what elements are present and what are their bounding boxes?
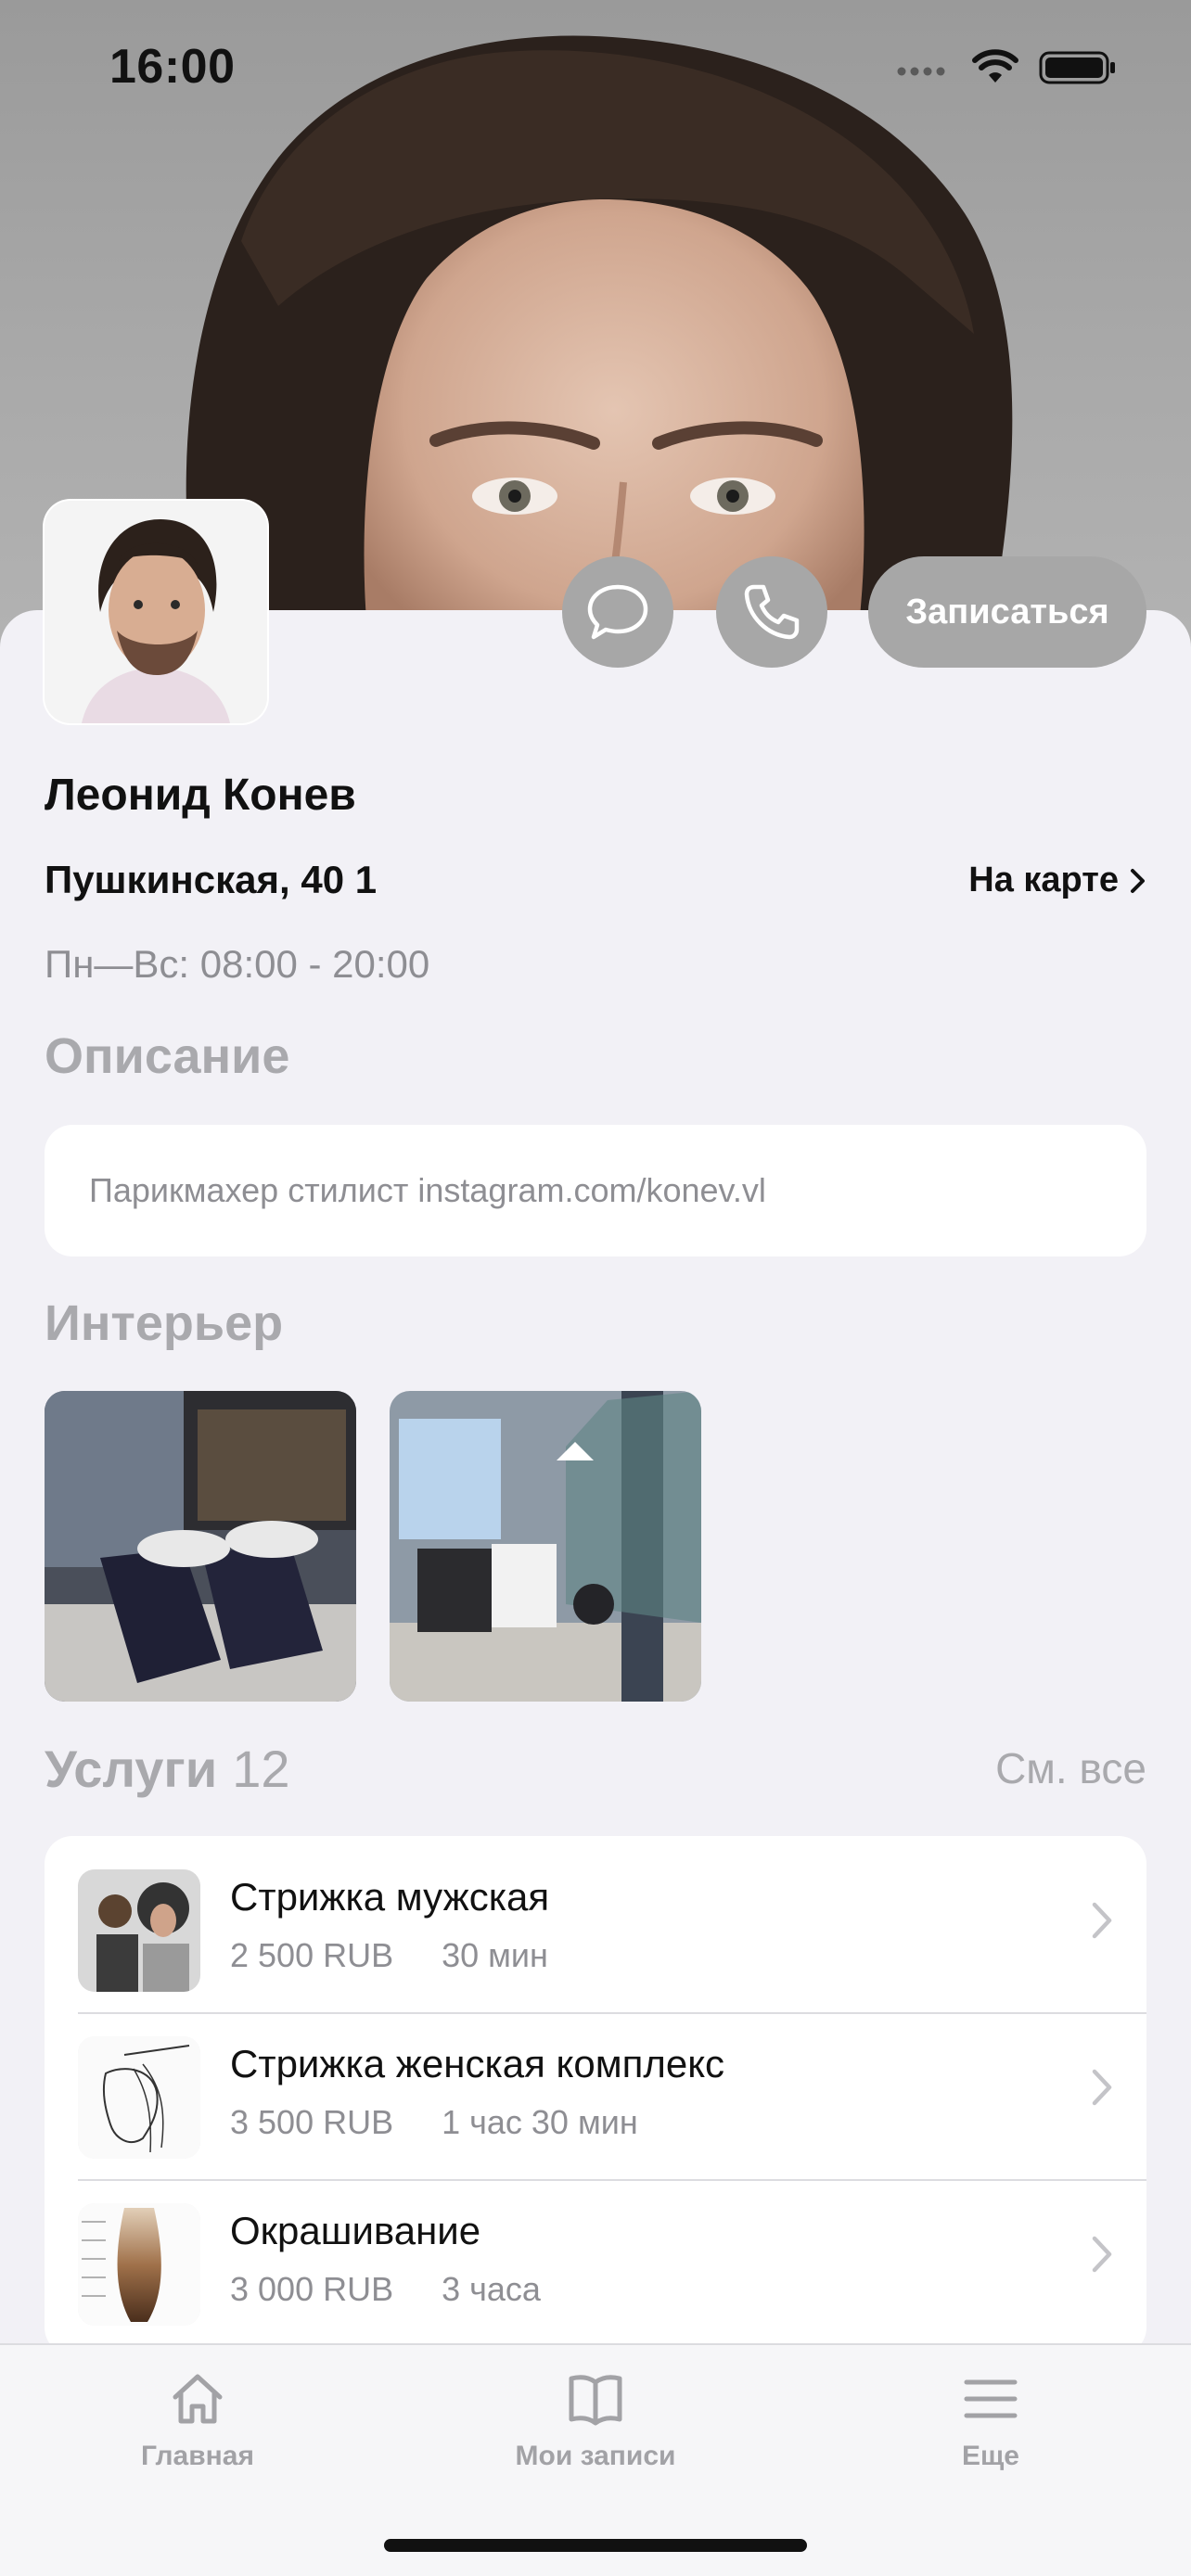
services-count: 12	[232, 1740, 290, 1798]
service-item[interactable]: Стрижка мужская 2 500 RUB 30 мин	[45, 1836, 1146, 2003]
status-bar: 16:00	[0, 0, 1191, 130]
interior-photo[interactable]	[390, 1391, 701, 1702]
tab-more[interactable]: Еще	[852, 2371, 1130, 2472]
service-thumbnail	[78, 1869, 200, 1992]
service-price: 3 000 RUB	[230, 2270, 394, 2308]
description-text: Парикмахер стилист instagram.com/konev.v…	[89, 1171, 766, 1209]
tab-home[interactable]: Главная	[58, 2371, 337, 2472]
map-link-label: На карте	[968, 861, 1119, 899]
see-all-link[interactable]: См. все	[995, 1743, 1146, 1793]
services-title-label: Услуги	[45, 1740, 218, 1798]
chevron-right-icon	[1092, 2236, 1112, 2273]
status-time: 16:00	[109, 40, 236, 94]
service-duration: 30 мин	[442, 1936, 548, 1974]
tab-label: Мои записи	[515, 2441, 676, 2471]
map-link[interactable]: На карте	[968, 861, 1146, 900]
service-item[interactable]: Стрижка женская комплекс 3 500 RUB 1 час…	[45, 2003, 1146, 2170]
message-button[interactable]	[562, 556, 673, 668]
home-indicator	[384, 2539, 807, 2552]
chat-bubble-icon	[587, 584, 648, 640]
book-icon	[569, 2375, 622, 2426]
signal-icon	[897, 67, 945, 76]
service-name: Окрашивание	[230, 2209, 481, 2252]
salon-wash-station-image	[45, 1391, 356, 1702]
description-card: Парикмахер стилист instagram.com/konev.v…	[45, 1125, 1146, 1256]
tab-my-bookings[interactable]: Мои записи	[456, 2371, 735, 2472]
battery-icon	[1039, 51, 1115, 84]
phone-icon	[744, 584, 800, 640]
wifi-icon	[972, 49, 1018, 83]
working-hours: Пн—Вс: 08:00 - 20:00	[45, 942, 430, 986]
service-name: Стрижка женская комплекс	[230, 2042, 725, 2085]
call-button[interactable]	[716, 556, 827, 668]
service-price: 3 500 RUB	[230, 2103, 394, 2141]
description-title: Описание	[45, 1028, 290, 1084]
chevron-right-icon	[1092, 1902, 1112, 1939]
services-title: Услуги 12	[45, 1739, 289, 1799]
service-duration: 3 часа	[442, 2270, 541, 2308]
service-item[interactable]: Окрашивание 3 000 RUB 3 часа	[45, 2170, 1146, 2337]
salon-workstation-image	[390, 1391, 701, 1702]
tab-label: Еще	[961, 2441, 1019, 2471]
service-duration: 1 час 30 мин	[442, 2103, 638, 2141]
chevron-right-icon	[1092, 2069, 1112, 2106]
service-price: 2 500 RUB	[230, 1936, 394, 1974]
home-icon	[173, 2374, 223, 2424]
book-appointment-button[interactable]: Записаться	[868, 556, 1146, 668]
tab-label: Главная	[140, 2441, 254, 2471]
avatar	[45, 501, 267, 723]
interior-photo[interactable]	[45, 1391, 356, 1702]
chevron-right-icon	[1131, 868, 1145, 893]
avatar-photo	[45, 501, 267, 723]
menu-icon	[964, 2379, 1018, 2418]
services-list: Стрижка мужская 2 500 RUB 30 мин Стрижка…	[45, 1836, 1146, 2355]
service-thumbnail	[78, 2036, 200, 2159]
service-name: Стрижка мужская	[230, 1875, 550, 1919]
master-name: Леонид Конев	[45, 771, 356, 820]
address: Пушкинская, 40 1	[45, 858, 378, 901]
interior-title: Интерьер	[45, 1295, 284, 1351]
service-thumbnail	[78, 2203, 200, 2326]
